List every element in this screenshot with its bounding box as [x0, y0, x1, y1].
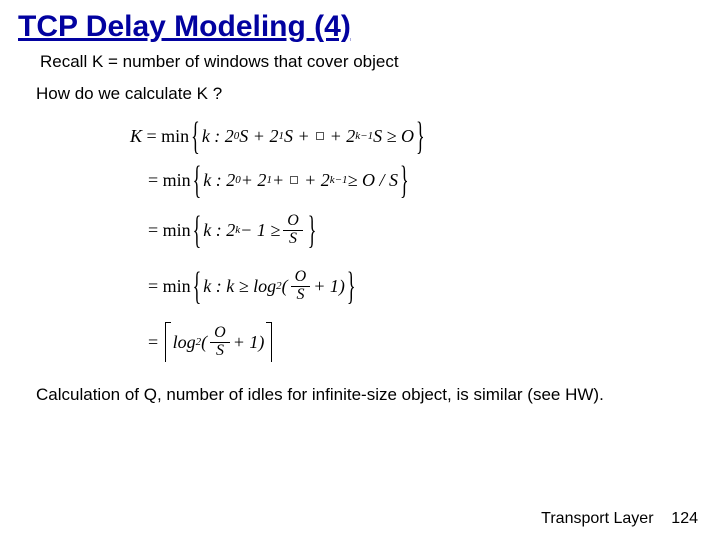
- bottom-note: Calculation of Q, number of idles for in…: [0, 370, 720, 405]
- formula-row-1: K = min { k : 20 S + 21 S + + 2k−1 S ≥ O…: [130, 114, 720, 158]
- formula-row-3: = min { k : 2k − 1 ≥ OS }: [130, 202, 720, 258]
- formula-row-5: = log2 ( OS + 1): [130, 314, 720, 370]
- question-line: How do we calculate K ?: [0, 76, 720, 114]
- formula-row-2: = min { k : 20 + 21 + + 2k−1 ≥ O / S }: [130, 158, 720, 202]
- slide-title: TCP Delay Modeling (4): [0, 0, 720, 48]
- slide-footer: Transport Layer 124: [541, 510, 698, 528]
- footer-label: Transport Layer: [541, 510, 653, 527]
- formula-row-4: = min { k : k ≥ log2 ( OS + 1) }: [130, 258, 720, 314]
- page-number: 124: [671, 510, 698, 527]
- recall-line: Recall K = number of windows that cover …: [0, 48, 720, 76]
- formula-block: K = min { k : 20 S + 21 S + + 2k−1 S ≥ O…: [0, 114, 720, 370]
